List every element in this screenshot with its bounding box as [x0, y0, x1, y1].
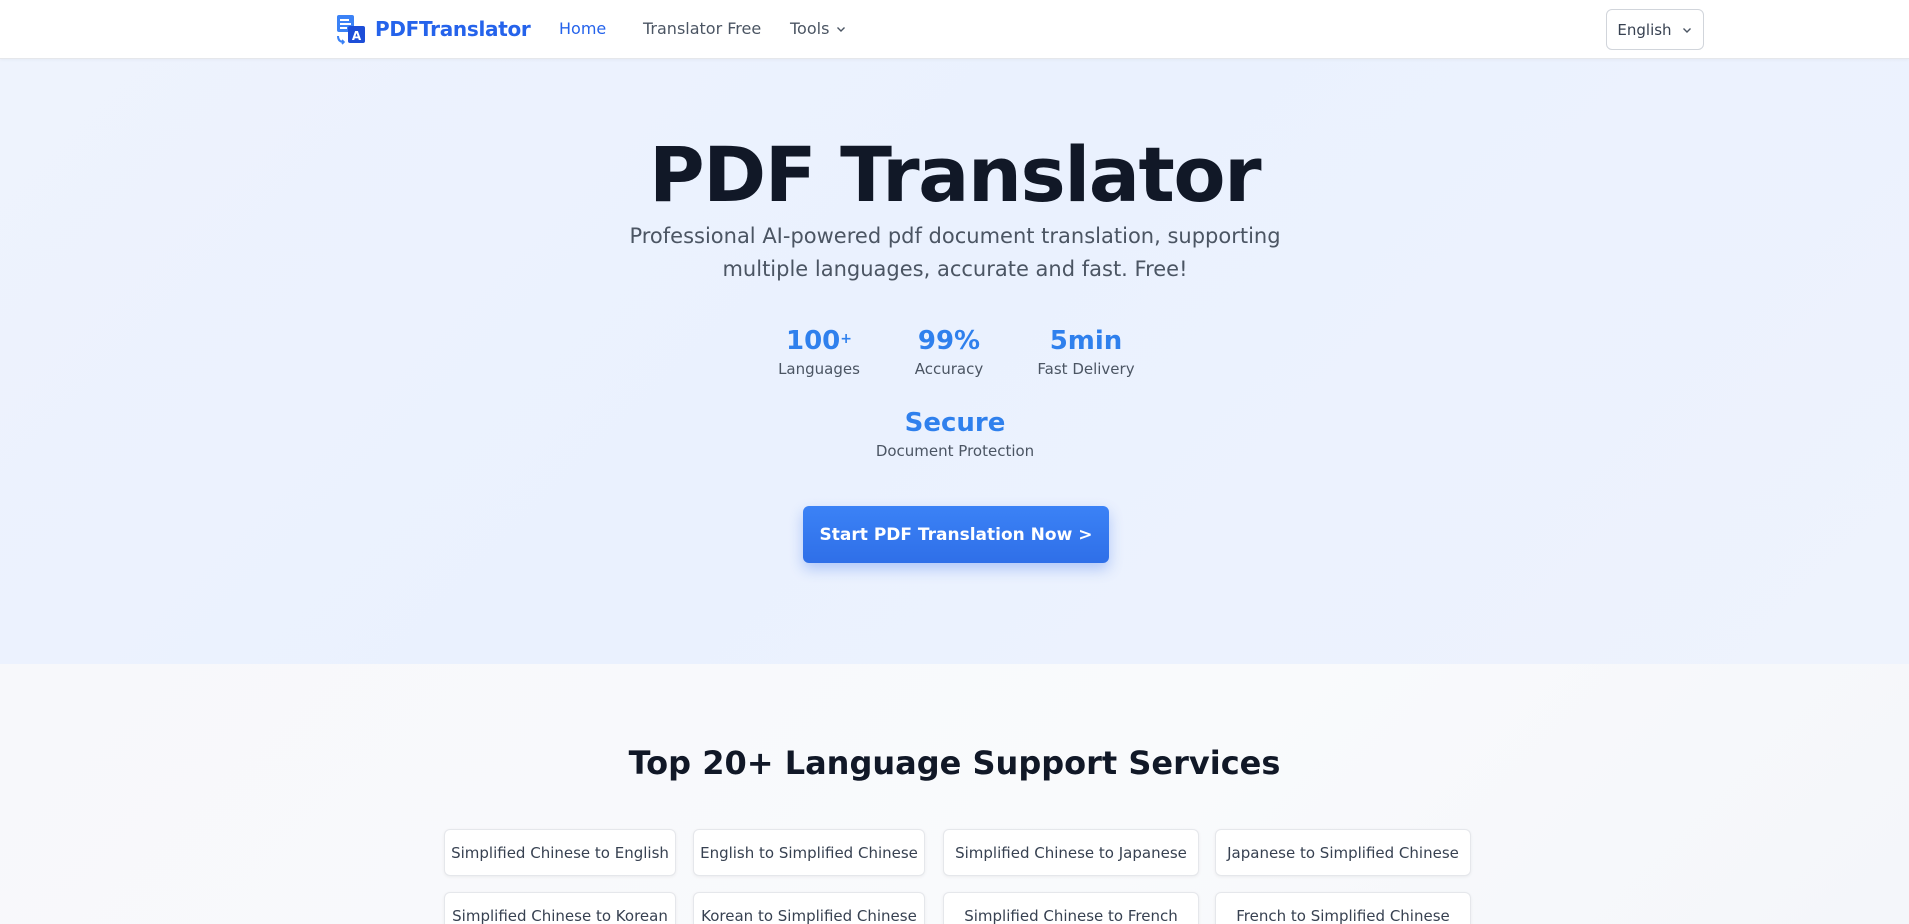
svg-text:A: A — [352, 29, 362, 43]
nav-tools-dropdown[interactable]: Tools — [790, 19, 847, 38]
nav-translator-free[interactable]: Translator Free — [643, 19, 761, 38]
language-pair-card[interactable]: Japanese to Simplified Chinese — [1215, 829, 1471, 876]
logo-text: PDFTranslator — [375, 17, 531, 41]
stat-languages: 100+ Languages — [749, 325, 889, 380]
page-title: PDF Translator — [648, 130, 1262, 219]
hero-subtitle: Professional AI-powered pdf document tra… — [629, 224, 1281, 281]
stat-value: 99% — [917, 326, 981, 356]
chevron-down-icon — [1682, 27, 1691, 33]
stat-value: 5min — [1049, 326, 1123, 356]
stat-value: Secure — [904, 408, 1006, 438]
language-pair-card[interactable]: Simplified Chinese to Japanese — [943, 829, 1199, 876]
language-pair-card[interactable]: Simplified Chinese to Korean — [444, 892, 676, 924]
stat-value: 100+ — [749, 325, 889, 357]
language-select-value: English — [1617, 20, 1672, 39]
stat-label: Languages — [778, 360, 860, 378]
language-pair-card[interactable]: French to Simplified Chinese — [1215, 892, 1471, 924]
stat-label: Accuracy — [914, 360, 984, 378]
stat-number: 100 — [785, 326, 841, 356]
nav-tools-label: Tools — [790, 19, 830, 38]
language-pair-card[interactable]: Korean to Simplified Chinese — [693, 892, 925, 924]
stat-fast-delivery: 5min Fast Delivery — [1016, 325, 1156, 380]
nav-home[interactable]: Home — [559, 19, 606, 38]
language-select[interactable]: English — [1606, 9, 1704, 50]
nav-translator-free-label: Translator Free — [643, 19, 762, 38]
hero-section: PDF Translator Professional AI-powered p… — [0, 59, 1909, 664]
stat-suffix: + — [840, 331, 852, 347]
language-pair-card[interactable]: Simplified Chinese to French — [943, 892, 1199, 924]
nav-home-label: Home — [559, 19, 607, 38]
language-pair-card[interactable]: English to Simplified Chinese — [693, 829, 925, 876]
chevron-down-icon — [837, 26, 846, 32]
stat-label: Fast Delivery — [1037, 360, 1135, 378]
language-services-section: Top 20+ Language Support Services Simpli… — [0, 664, 1909, 924]
stat-security: Secure Document Protection — [860, 407, 1050, 462]
top-navbar: A PDFTranslator Home Translator Free Too… — [0, 0, 1909, 59]
section-title: Top 20+ Language Support Services — [628, 744, 1281, 782]
language-pair-card[interactable]: Simplified Chinese to English — [444, 829, 676, 876]
stat-accuracy: 99% Accuracy — [879, 325, 1019, 380]
translate-logo-icon: A — [337, 15, 365, 45]
start-translation-button[interactable]: Start PDF Translation Now > — [803, 506, 1109, 563]
logo[interactable]: A PDFTranslator — [335, 13, 531, 45]
stat-label: Document Protection — [875, 442, 1035, 460]
